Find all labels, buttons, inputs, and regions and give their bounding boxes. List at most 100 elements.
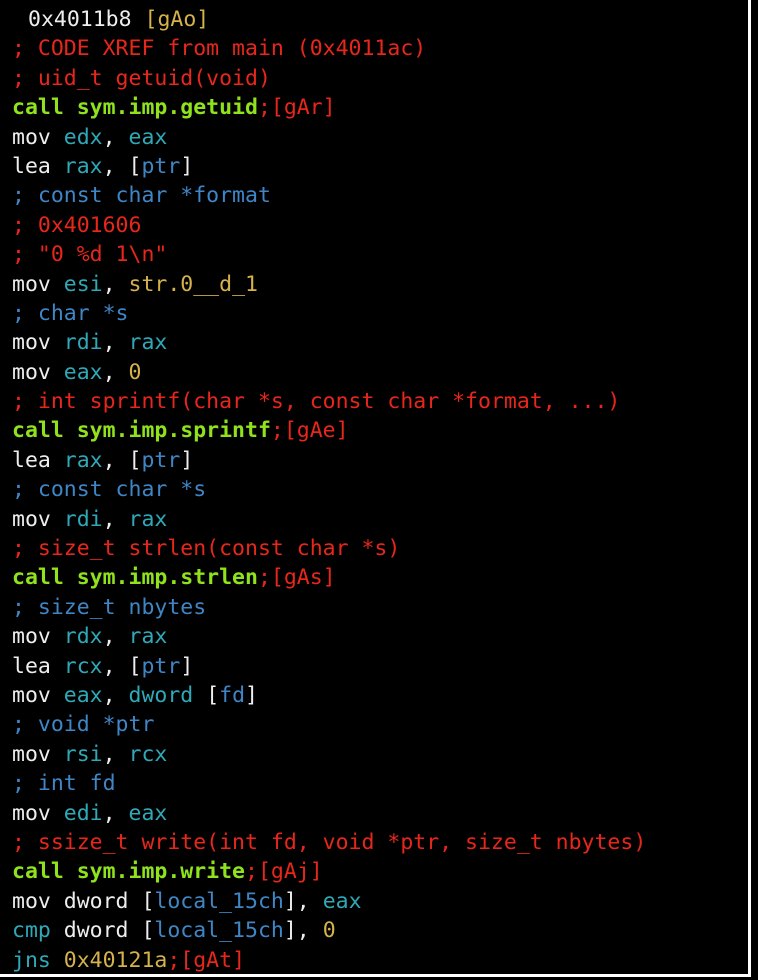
code-token: , [ bbox=[102, 447, 142, 473]
code-token: eax bbox=[128, 800, 168, 826]
code-line: ; 0x401606 bbox=[12, 211, 740, 240]
code-token: call sym.imp.sprintf bbox=[12, 418, 271, 444]
code-token: eax bbox=[63, 682, 103, 708]
code-token: eax bbox=[128, 124, 168, 150]
code-token: , bbox=[102, 624, 129, 650]
code-token: mov bbox=[12, 506, 64, 532]
code-line: mov rdi, rax bbox=[12, 328, 740, 357]
code-token: , bbox=[102, 330, 129, 356]
code-line: mov dword [local_15ch], eax bbox=[12, 887, 740, 916]
code-token: rax bbox=[63, 447, 103, 473]
code-token: ; uid_t getuid(void) bbox=[12, 65, 271, 91]
disassembly-listing: 0x4011b8 [gAo]; CODE XREF from main (0x4… bbox=[12, 5, 740, 975]
code-token: local_15ch bbox=[154, 888, 284, 914]
code-token: mov bbox=[12, 330, 64, 356]
code-line: ; const char *format bbox=[12, 181, 740, 210]
code-token: mov dword [ bbox=[12, 888, 155, 914]
code-token: jns bbox=[12, 947, 64, 973]
code-token: ptr bbox=[141, 153, 181, 179]
code-token: 0x40121a bbox=[63, 947, 168, 973]
code-token: ; CODE XREF from main (0x4011ac) bbox=[12, 36, 427, 62]
code-line: call sym.imp.strlen;[gAs] bbox=[12, 563, 740, 592]
code-token: fd bbox=[219, 682, 246, 708]
code-token: rdi bbox=[63, 506, 103, 532]
code-token: ; const char *format bbox=[12, 183, 271, 209]
code-token: ; int sprintf(char *s, const char *forma… bbox=[12, 389, 621, 415]
code-line: call sym.imp.getuid;[gAr] bbox=[12, 93, 740, 122]
code-token: , bbox=[102, 800, 129, 826]
code-token: ;[gAj] bbox=[245, 859, 323, 885]
code-token: edi bbox=[63, 800, 103, 826]
code-token: ; int fd bbox=[12, 771, 116, 797]
code-line: ; ssize_t write(int fd, void *ptr, size_… bbox=[12, 828, 740, 857]
code-token: , [ bbox=[102, 653, 142, 679]
code-token: ; size_t nbytes bbox=[12, 594, 207, 620]
code-token: ; 0x401606 bbox=[12, 212, 142, 238]
block-address-line: 0x4011b8 [gAo] bbox=[12, 5, 740, 34]
code-token: mov bbox=[12, 271, 64, 297]
code-token: ], bbox=[283, 888, 323, 914]
code-line: ; const char *s bbox=[12, 475, 740, 504]
code-token: , bbox=[102, 124, 129, 150]
code-token: , bbox=[102, 271, 129, 297]
code-token: ] bbox=[180, 447, 194, 473]
code-line: mov esi, str.0__d_1 bbox=[12, 270, 740, 299]
code-line: lea rax, [ptr] bbox=[12, 152, 740, 181]
code-token: cmp bbox=[12, 918, 64, 944]
code-token: dword bbox=[128, 682, 194, 708]
code-token: mov bbox=[12, 624, 64, 650]
code-line: call sym.imp.write;[gAj] bbox=[12, 857, 740, 886]
code-token: lea bbox=[12, 153, 64, 179]
code-token: ; void *ptr bbox=[12, 712, 155, 738]
code-token: lea bbox=[12, 447, 64, 473]
code-token: ; char *s bbox=[12, 300, 129, 326]
code-token: ptr bbox=[141, 447, 181, 473]
code-token: rdi bbox=[63, 330, 103, 356]
code-line: jns 0x40121a;[gAt] bbox=[12, 946, 740, 975]
code-token: mov bbox=[12, 682, 64, 708]
code-line: mov rsi, rcx bbox=[12, 740, 740, 769]
code-line: ; int fd bbox=[12, 769, 740, 798]
code-token: eax bbox=[322, 888, 362, 914]
code-line: mov eax, dword [fd] bbox=[12, 681, 740, 710]
code-token: dword [ bbox=[63, 918, 155, 944]
code-line: call sym.imp.sprintf;[gAe] bbox=[12, 416, 740, 445]
code-token: lea bbox=[12, 653, 64, 679]
code-line: mov edx, eax bbox=[12, 123, 740, 152]
code-token: ; ssize_t write(int fd, void *ptr, size_… bbox=[12, 829, 647, 855]
code-token: ], bbox=[283, 918, 323, 944]
code-token: call sym.imp.write bbox=[12, 859, 245, 885]
code-token: [ bbox=[193, 682, 220, 708]
code-token: 0 bbox=[322, 918, 336, 944]
code-token: rcx bbox=[128, 741, 168, 767]
code-line: mov rdx, rax bbox=[12, 622, 740, 651]
code-line: ; size_t strlen(const char *s) bbox=[12, 534, 740, 563]
code-token: ; "0 %d 1\n" bbox=[12, 242, 168, 268]
code-token: rax bbox=[128, 506, 168, 532]
code-token: local_15ch bbox=[154, 918, 284, 944]
code-token: rcx bbox=[63, 653, 103, 679]
code-line: cmp dword [local_15ch], 0 bbox=[12, 916, 740, 945]
code-token: 0 bbox=[128, 359, 142, 385]
code-token: call sym.imp.getuid bbox=[12, 95, 258, 121]
code-line: ; CODE XREF from main (0x4011ac) bbox=[12, 34, 740, 63]
code-token: esi bbox=[63, 271, 103, 297]
code-token: call sym.imp.strlen bbox=[12, 565, 258, 591]
code-token: rax bbox=[128, 330, 168, 356]
code-token: 0x4011b8 bbox=[28, 7, 145, 32]
code-token: mov bbox=[12, 800, 64, 826]
code-token: ; size_t strlen(const char *s) bbox=[12, 536, 401, 562]
code-line: mov eax, 0 bbox=[12, 358, 740, 387]
code-token: [gAo] bbox=[144, 7, 210, 32]
code-line: ; char *s bbox=[12, 299, 740, 328]
disassembly-panel: 0x4011b8 [gAo]; CODE XREF from main (0x4… bbox=[0, 0, 751, 977]
code-token: ] bbox=[180, 153, 194, 179]
code-line: ; uid_t getuid(void) bbox=[12, 64, 740, 93]
code-token: rax bbox=[128, 624, 168, 650]
code-line: ; int sprintf(char *s, const char *forma… bbox=[12, 387, 740, 416]
code-token: rdx bbox=[63, 624, 103, 650]
code-token: rsi bbox=[63, 741, 103, 767]
code-token: ;[gAs] bbox=[257, 565, 336, 591]
code-token: , bbox=[102, 682, 129, 708]
code-token: mov bbox=[12, 124, 64, 150]
